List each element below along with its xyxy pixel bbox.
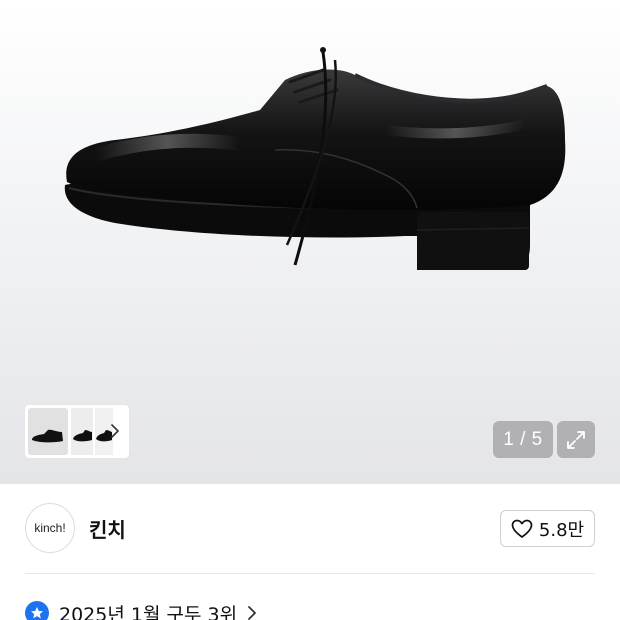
expand-icon (567, 430, 585, 449)
brand-logo-text: kinch! (34, 521, 66, 535)
like-count: 5.8만 (538, 519, 585, 541)
expand-image-button[interactable] (557, 421, 595, 458)
chevron-right-icon (248, 606, 256, 620)
ranking-text: 2025년 1월 구두 3위 (59, 603, 238, 620)
like-button[interactable]: 5.8만 (500, 510, 595, 547)
shoe-thumbnail-icon (32, 429, 63, 443)
thumbnail-strip[interactable] (25, 405, 129, 458)
ranking-link[interactable]: 2025년 1월 구두 3위 (25, 598, 257, 620)
chevron-right-icon[interactable] (107, 420, 123, 442)
brand-row: kinch! 킨치 5.8만 (0, 484, 620, 574)
shoe-image (64, 47, 566, 270)
divider (25, 573, 595, 574)
product-image-gallery[interactable]: 1 / 5 (0, 0, 620, 484)
brand-logo[interactable]: kinch! (25, 503, 75, 553)
star-badge-icon (25, 601, 49, 620)
thumbnail-2[interactable] (71, 408, 93, 455)
image-page-counter: 1 / 5 (493, 421, 553, 458)
product-main-image[interactable] (55, 40, 585, 280)
brand-name[interactable]: 킨치 (89, 514, 126, 543)
thumbnail-1[interactable] (28, 408, 68, 455)
shoe-pair-thumbnail-icon (73, 430, 92, 442)
heart-icon (511, 519, 533, 538)
